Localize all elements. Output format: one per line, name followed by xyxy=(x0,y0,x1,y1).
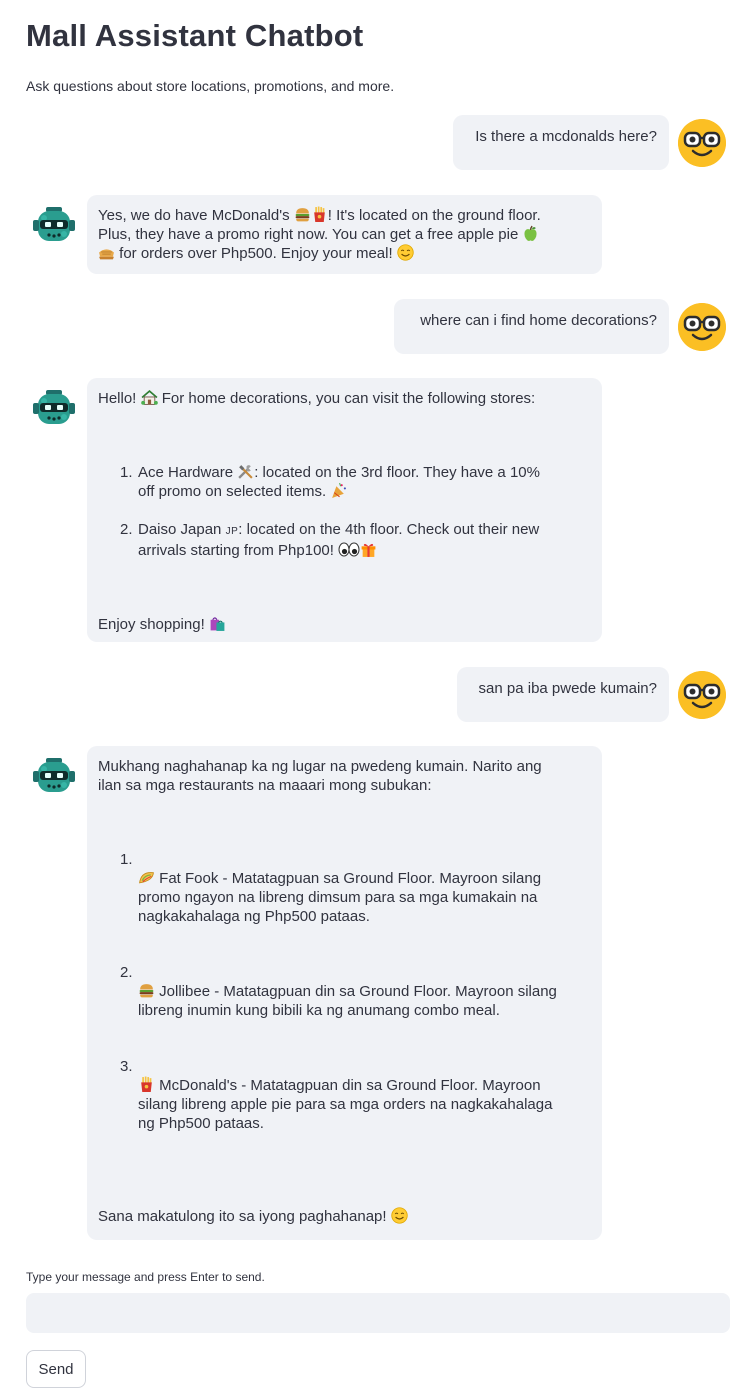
message-text: Enjoy shopping! xyxy=(98,616,205,633)
user-message: san pa iba pwede kumain? xyxy=(457,667,669,722)
message-line: ilan sa mga restaurants na maaari mong s… xyxy=(98,777,432,794)
message-text: : located on the 3rd floor. They have a … xyxy=(254,464,540,481)
message-text: For home decorations, you can visit the … xyxy=(161,390,536,407)
house-icon xyxy=(141,389,158,406)
list-item: 2. Jollibee - Matatagpuan din sa Ground … xyxy=(120,963,592,1020)
message-text: Hello! xyxy=(98,390,137,407)
user-message-text: Is there a mcdonalds here? xyxy=(475,128,657,145)
message-line: arrivals starting from Php100! xyxy=(138,541,592,560)
user-avatar-icon xyxy=(678,671,726,719)
message-line: promo ngayon na libreng dimsum para sa m… xyxy=(138,889,538,906)
eyes-icon xyxy=(338,541,360,558)
burger-icon xyxy=(138,982,155,999)
message-text: Daiso Japan xyxy=(138,521,222,538)
list-item: 1. Ace Hardware : located on the 3rd flo… xyxy=(120,463,592,501)
message-text: Plus, they have a promo right now. You c… xyxy=(98,226,519,243)
chat-input[interactable] xyxy=(26,1293,730,1333)
message-line: Hello! For home decorations, you can vis… xyxy=(98,389,592,408)
list-item: 1. Fat Fook - Matatagpuan sa Ground Floo… xyxy=(120,850,592,926)
assistant-message: Mukhang naghahanap ka ng lugar na pweden… xyxy=(87,746,602,1240)
message-text: off promo on selected items. xyxy=(138,483,327,500)
user-avatar-icon xyxy=(678,303,726,351)
smiling-face-icon xyxy=(397,244,414,261)
message-line: Plus, they have a promo right now. You c… xyxy=(98,225,592,244)
party-popper-icon xyxy=(330,482,347,499)
list-item: 3. McDonald's - Matatagpuan din sa Groun… xyxy=(120,1057,592,1133)
restaurant-list: 1. Fat Fook - Matatagpuan sa Ground Floo… xyxy=(98,850,592,1133)
green-apple-icon xyxy=(522,225,539,242)
robot-avatar-icon xyxy=(32,206,76,246)
japan-flag-icon: JP xyxy=(225,526,239,537)
message-text: Jollibee - Matatagpuan din sa Ground Flo… xyxy=(159,983,557,1000)
list-number: 3. xyxy=(120,1058,133,1075)
shopping-bags-icon xyxy=(209,615,226,632)
message-line: Yes, we do have McDonald's ! It's locate… xyxy=(98,206,592,225)
assistant-message: Hello! For home decorations, you can vis… xyxy=(87,378,602,642)
message-line: Mukhang naghahanap ka ng lugar na pweden… xyxy=(98,758,542,775)
message-line: nagkakahalaga ng Php500 pataas. xyxy=(138,908,370,925)
message-line: silang libreng apple pie para sa mga ord… xyxy=(138,1096,553,1113)
fries-icon xyxy=(311,206,328,223)
user-message: where can i find home decorations? xyxy=(394,299,669,354)
list-item: 2. Daiso Japan JP: located on the 4th fl… xyxy=(120,520,592,560)
message-text: arrivals starting from Php100! xyxy=(138,542,334,559)
message-text: ! It's located on the ground floor. xyxy=(327,207,541,224)
message-text: : located on the 4th floor. Check out th… xyxy=(238,521,540,538)
message-line: ng Php500 pataas. xyxy=(138,1115,264,1132)
user-message-text: where can i find home decorations? xyxy=(420,312,657,329)
message-line: Sana makatulong ito sa iyong paghahanap! xyxy=(98,1207,592,1226)
robot-avatar-icon xyxy=(32,389,76,429)
message-line: for orders over Php500. Enjoy your meal! xyxy=(98,244,592,263)
hammer-wrench-icon xyxy=(237,463,254,480)
gift-icon xyxy=(360,541,377,558)
list-number: 2. xyxy=(120,521,133,538)
message-text: Fat Fook - Matatagpuan sa Ground Floor. … xyxy=(159,870,542,887)
message-line: libreng inumin kung bibili ka ng anumang… xyxy=(138,1002,500,1019)
chat-input-label: Type your message and press Enter to sen… xyxy=(26,1270,265,1284)
page-title: Mall Assistant Chatbot xyxy=(26,18,364,53)
pie-icon xyxy=(98,244,115,261)
list-number: 1. xyxy=(120,851,133,868)
robot-avatar-icon xyxy=(32,757,76,797)
message-line: Ace Hardware : located on the 3rd floor.… xyxy=(138,463,592,482)
message-text: for orders over Php500. Enjoy your meal! xyxy=(119,245,393,262)
message-line: Daiso Japan JP: located on the 4th floor… xyxy=(138,520,592,541)
smiling-face-icon xyxy=(391,1207,408,1224)
fries-icon xyxy=(138,1076,155,1093)
list-number: 2. xyxy=(120,964,133,981)
message-text: McDonald's - Matatagpuan din sa Ground F… xyxy=(159,1077,541,1094)
assistant-message: Yes, we do have McDonald's ! It's locate… xyxy=(87,195,602,274)
message-text: Ace Hardware xyxy=(138,464,234,481)
message-line: Jollibee - Matatagpuan din sa Ground Flo… xyxy=(138,982,592,1001)
user-message: Is there a mcdonalds here? xyxy=(453,115,669,170)
message-line: McDonald's - Matatagpuan din sa Ground F… xyxy=(138,1076,592,1095)
message-line: off promo on selected items. xyxy=(138,482,592,501)
user-avatar-icon xyxy=(678,119,726,167)
taco-icon xyxy=(138,869,155,886)
user-message-text: san pa iba pwede kumain? xyxy=(478,680,657,697)
message-text: Sana makatulong ito sa iyong paghahanap! xyxy=(98,1208,387,1225)
page-subtitle: Ask questions about store locations, pro… xyxy=(26,78,395,94)
message-line: Enjoy shopping! xyxy=(98,615,592,634)
list-number: 1. xyxy=(120,464,133,481)
message-text: Yes, we do have McDonald's xyxy=(98,207,290,224)
burger-icon xyxy=(294,206,311,223)
store-list: 1. Ace Hardware : located on the 3rd flo… xyxy=(98,463,592,560)
message-line: Fat Fook - Matatagpuan sa Ground Floor. … xyxy=(138,869,592,888)
send-button[interactable]: Send xyxy=(26,1350,86,1388)
